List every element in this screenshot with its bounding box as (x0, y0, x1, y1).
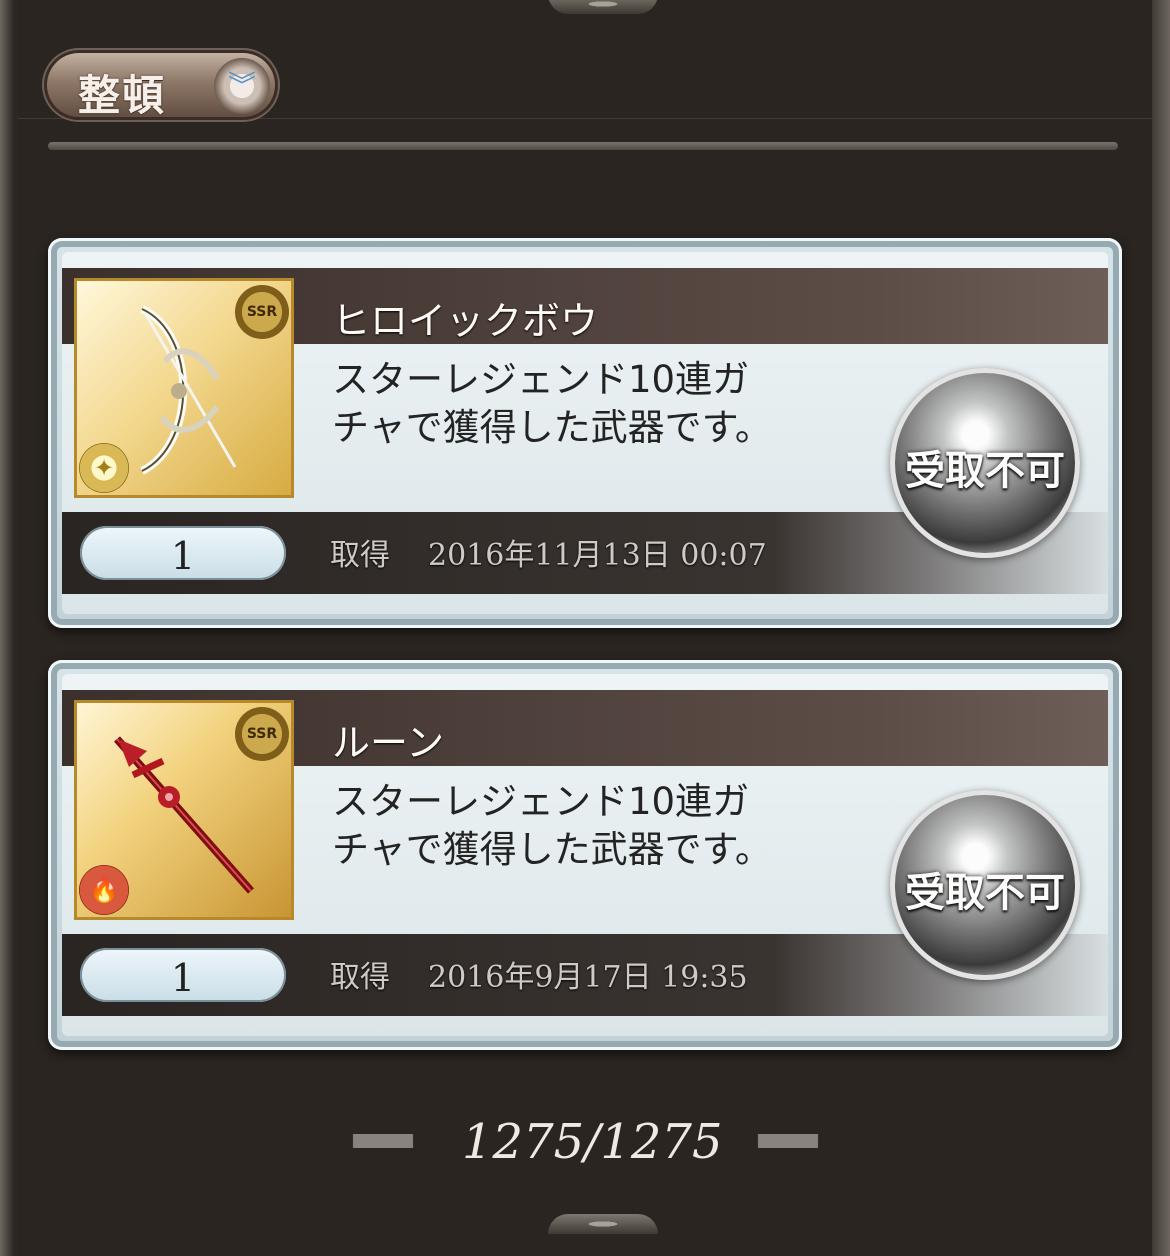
receive-button-label: 受取不可 (905, 448, 1065, 494)
quantity-value: 1 (170, 956, 196, 1000)
header-ornament-divider (48, 142, 1118, 150)
pagination: 1275/1275 (0, 1108, 1170, 1178)
item-thumbnail[interactable]: SSR 🔥 (74, 700, 294, 920)
acquired-label: 取得 (330, 538, 390, 573)
inventory-panel (18, 0, 1152, 1256)
item-description: スターレジェンド10連ガ チャで獲得した武器です。 (332, 356, 852, 452)
acquired-label: 取得 (330, 960, 390, 995)
window-frame (0, 0, 1170, 1256)
item-card-inner: ルーン SSR 🔥 スターレジェンド10連ガ チャで獲得した武器です。 1 取得 (62, 674, 1108, 1036)
description-line: チャで獲得した武器です。 (332, 828, 772, 871)
right-ornament-icon (750, 1134, 826, 1148)
fire-element-icon: 🔥 (79, 865, 129, 915)
description-line: スターレジェンド10連ガ (332, 358, 750, 401)
receive-button-label: 受取不可 (905, 870, 1065, 916)
double-chevron-down-icon: ︾ (214, 58, 270, 114)
receive-button[interactable]: 受取不可 (890, 790, 1080, 980)
sort-button[interactable]: 整頓 ︾ (44, 50, 278, 120)
rarity-badge: SSR (235, 707, 289, 761)
left-ornament-icon (345, 1134, 421, 1148)
light-element-icon: ✦ (79, 443, 129, 493)
acquired-date: 2016年9月17日 19:35 (428, 960, 748, 995)
rarity-badge: SSR (235, 285, 289, 339)
item-card-inner: ヒロイックボウ SSR ✦ スターレジェンド10連ガ チャで獲得した武器です。 … (62, 252, 1108, 614)
item-name: ヒロイックボウ (332, 299, 599, 343)
description-line: チャで獲得した武器です。 (332, 406, 772, 449)
item-card: ルーン SSR 🔥 スターレジェンド10連ガ チャで獲得した武器です。 1 取得 (48, 660, 1122, 1050)
item-card: ヒロイックボウ SSR ✦ スターレジェンド10連ガ チャで獲得した武器です。 … (48, 238, 1122, 628)
bottom-ornament (548, 1214, 658, 1234)
item-count: 1275/1275 (462, 1114, 723, 1170)
receive-button[interactable]: 受取不可 (890, 368, 1080, 558)
quantity-pill: 1 (80, 526, 286, 580)
quantity-value: 1 (170, 534, 196, 578)
sort-label: 整頓 (78, 71, 167, 120)
item-description: スターレジェンド10連ガ チャで獲得した武器です。 (332, 778, 852, 874)
quantity-pill: 1 (80, 948, 286, 1002)
top-ornament (548, 0, 658, 14)
item-thumbnail[interactable]: SSR ✦ (74, 278, 294, 498)
description-line: スターレジェンド10連ガ (332, 780, 750, 823)
item-name: ルーン (332, 721, 445, 765)
acquired-date: 2016年11月13日 00:07 (428, 538, 767, 573)
